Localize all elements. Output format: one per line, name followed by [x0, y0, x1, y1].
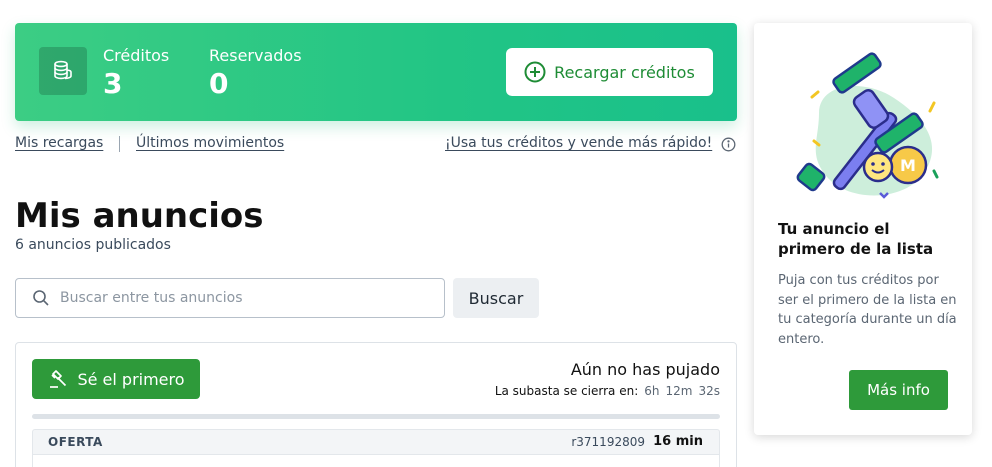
auction-countdown: La subasta se cierra en: 6h 12m 32s	[495, 384, 720, 398]
bid-status: Aún no has pujado	[570, 360, 720, 379]
coins-icon	[39, 47, 87, 95]
info-icon[interactable]	[721, 137, 736, 156]
auction-progress-track	[32, 414, 720, 419]
offer-body	[32, 455, 720, 467]
auction-illustration: M	[796, 52, 939, 199]
ad-card: Sé el primero Aún no has pujado La subas…	[15, 342, 737, 467]
link-divider	[119, 136, 120, 152]
mis-recargas-link[interactable]: Mis recargas	[15, 135, 103, 151]
ultimos-movimientos-link[interactable]: Últimos movimientos	[136, 135, 284, 151]
search-field[interactable]	[15, 278, 445, 318]
gavel-icon	[50, 370, 67, 388]
search-icon	[32, 289, 50, 311]
reserved-value: 0	[209, 67, 229, 100]
credits-stat: Créditos 3	[103, 45, 169, 101]
svg-text:M: M	[900, 156, 916, 175]
auction-seconds: 32s	[698, 384, 720, 398]
plus-circle-icon	[524, 61, 546, 83]
be-first-button[interactable]: Sé el primero	[32, 359, 200, 399]
auction-hours: 6h	[644, 384, 660, 398]
promo-description: Puja con tus créditos por ser el primero…	[778, 273, 957, 347]
reserved-stat: Reservados 0	[209, 45, 302, 101]
ad-time-ago: 16 min	[653, 434, 703, 449]
credits-value: 3	[103, 67, 123, 100]
recharge-credits-label: Recargar créditos	[554, 62, 695, 82]
credits-label: Créditos	[103, 46, 170, 65]
auction-minutes: 12m	[665, 384, 693, 398]
be-first-label: Sé el primero	[77, 369, 185, 389]
offer-label: OFERTA	[48, 435, 103, 449]
reserved-label: Reservados	[209, 46, 302, 65]
offer-header: OFERTA r371192809 16 min	[32, 429, 720, 455]
promo-title: Tu anuncio el primero de la lista	[778, 220, 934, 258]
promo-card: M Tu anuncio el primero de la lista Puja…	[754, 23, 972, 435]
search-button[interactable]: Buscar	[453, 278, 539, 318]
recharge-credits-button[interactable]: Recargar créditos	[506, 48, 713, 96]
credits-links: Mis recargas Últimos movimientos ¡Usa tu…	[15, 135, 737, 155]
auction-label: La subasta se cierra en:	[494, 384, 639, 398]
search-input[interactable]	[60, 279, 430, 317]
ads-count: 6 anuncios publicados	[15, 237, 171, 253]
ad-reference: r371192809	[571, 435, 645, 449]
more-info-button[interactable]: Más info	[849, 370, 948, 410]
page-title: Mis anuncios	[15, 196, 264, 236]
credits-banner: Créditos 3 Reservados 0 Recargar crédito…	[15, 23, 737, 121]
usa-creditos-link[interactable]: ¡Usa tus créditos y vende más rápido!	[445, 135, 712, 151]
